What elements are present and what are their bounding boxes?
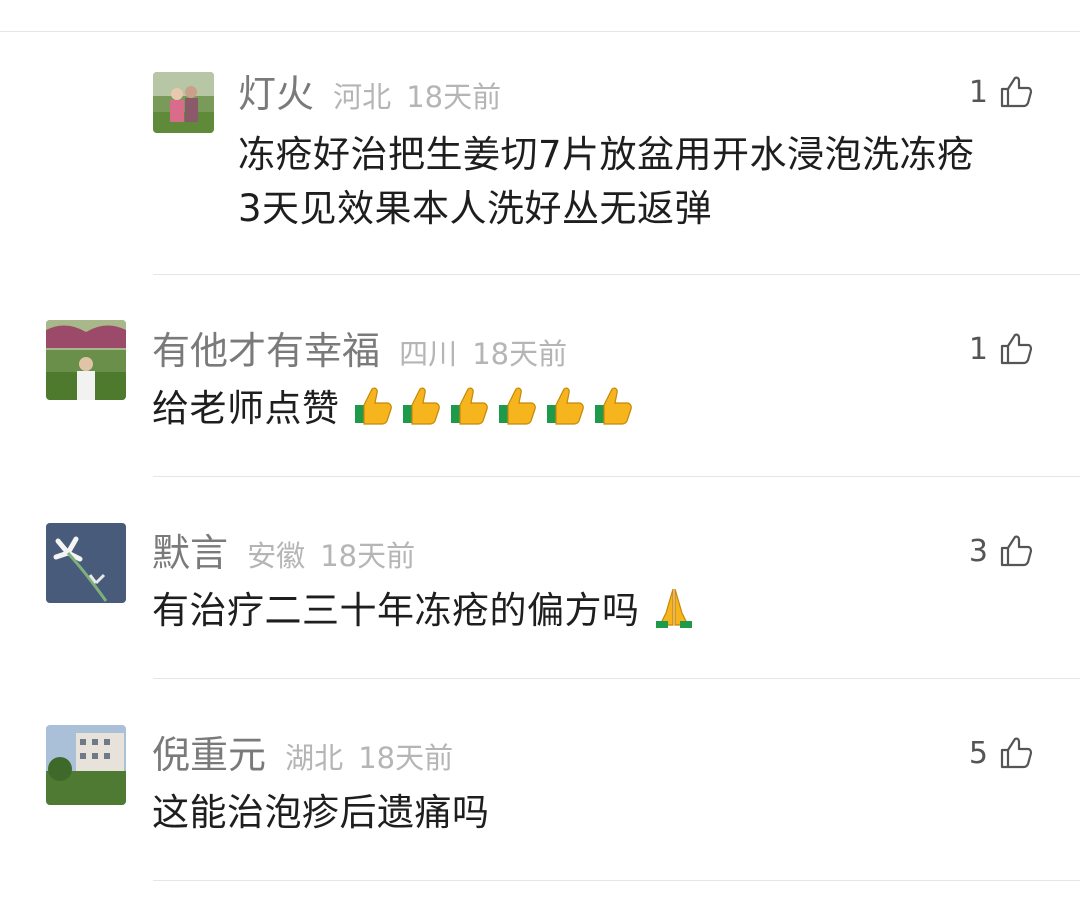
comment-text-body: 给老师点赞 (152, 387, 340, 430)
like-button[interactable]: 1 (969, 74, 1034, 110)
thumbs-up-emoji-group (352, 383, 640, 442)
comment-text: 有治疗二三十年冻疮的偏方吗 (152, 584, 1032, 644)
username[interactable]: 默言 (152, 531, 228, 575)
thumbs-up-emoji-icon (546, 387, 584, 425)
username[interactable]: 倪重元 (152, 733, 266, 777)
comment-item: 灯火 河北 18天前 1 冻疮好治把生姜切7片放盆用开水浸泡洗冻疮 3天见效果本… (0, 0, 1080, 275)
comment-item: 倪重元 湖北 18天前 5 这能治泡疹后遗痛吗 (0, 679, 1080, 881)
avatar-flower-photo-icon (46, 523, 126, 603)
comment-text: 给老师点赞 (152, 382, 1032, 442)
avatar-garden-photo-icon (46, 320, 126, 400)
thumbs-up-icon[interactable] (998, 735, 1034, 771)
like-button[interactable]: 5 (969, 735, 1034, 771)
user-avatar[interactable] (46, 725, 126, 805)
thumbs-up-emoji-icon (450, 387, 488, 425)
thumbs-up-emoji-icon (402, 387, 440, 425)
comment-text-body: 这能治泡疹后遗痛吗 (152, 791, 490, 834)
like-count: 1 (968, 331, 988, 367)
comment-meta: 灯火 河北 18天前 (238, 75, 501, 113)
avatar-building-photo-icon (46, 725, 126, 805)
comment-meta: 倪重元 湖北 18天前 (152, 736, 453, 774)
region-label: 湖北 (285, 741, 344, 775)
user-avatar[interactable] (46, 523, 126, 603)
user-avatar[interactable] (153, 72, 214, 133)
comment-text-line: 冻疮好治把生姜切7片放盆用开水浸泡洗冻疮 (238, 133, 975, 176)
user-avatar[interactable] (46, 320, 126, 400)
comment-text-line: 3天见效果本人洗好丛无返弹 (238, 187, 713, 230)
folded-hands-emoji-icon (655, 588, 692, 628)
comment-text-body: 有治疗二三十年冻疮的偏方吗 (152, 589, 640, 632)
comment-item: 有他才有幸福 四川 18天前 1 给老师点赞 (0, 275, 1080, 477)
comment-text: 这能治泡疹后遗痛吗 (152, 786, 1032, 840)
thumbs-up-icon[interactable] (998, 74, 1034, 110)
comment-divider (153, 880, 1080, 881)
comment-text: 冻疮好治把生姜切7片放盆用开水浸泡洗冻疮 3天见效果本人洗好丛无返弹 (238, 128, 1038, 236)
timestamp: 18天前 (320, 539, 416, 573)
folded-hands-emoji-group (652, 585, 700, 644)
region-label: 河北 (333, 80, 392, 114)
comment-list: 灯火 河北 18天前 1 冻疮好治把生姜切7片放盆用开水浸泡洗冻疮 3天见效果本… (0, 0, 1080, 912)
like-count: 3 (968, 533, 988, 569)
timestamp: 18天前 (472, 337, 568, 371)
thumbs-up-icon[interactable] (998, 331, 1034, 367)
avatar-family-photo-icon (153, 72, 214, 133)
thumbs-up-icon[interactable] (998, 533, 1034, 569)
like-button[interactable]: 3 (969, 533, 1034, 569)
thumbs-up-emoji-icon (594, 387, 632, 425)
timestamp: 18天前 (406, 80, 502, 114)
comment-item: 默言 安徽 18天前 3 有治疗二三十年冻疮的偏方吗 (0, 477, 1080, 679)
thumbs-up-emoji-icon (498, 387, 536, 425)
region-label: 四川 (399, 337, 458, 371)
like-count: 1 (968, 74, 988, 110)
like-count: 5 (968, 735, 988, 771)
username[interactable]: 有他才有幸福 (152, 329, 380, 373)
timestamp: 18天前 (358, 741, 454, 775)
like-button[interactable]: 1 (969, 331, 1034, 367)
comment-meta: 默言 安徽 18天前 (152, 534, 415, 572)
username[interactable]: 灯火 (238, 72, 314, 116)
region-label: 安徽 (247, 539, 306, 573)
comment-meta: 有他才有幸福 四川 18天前 (152, 332, 567, 370)
thumbs-up-emoji-icon (354, 387, 392, 425)
